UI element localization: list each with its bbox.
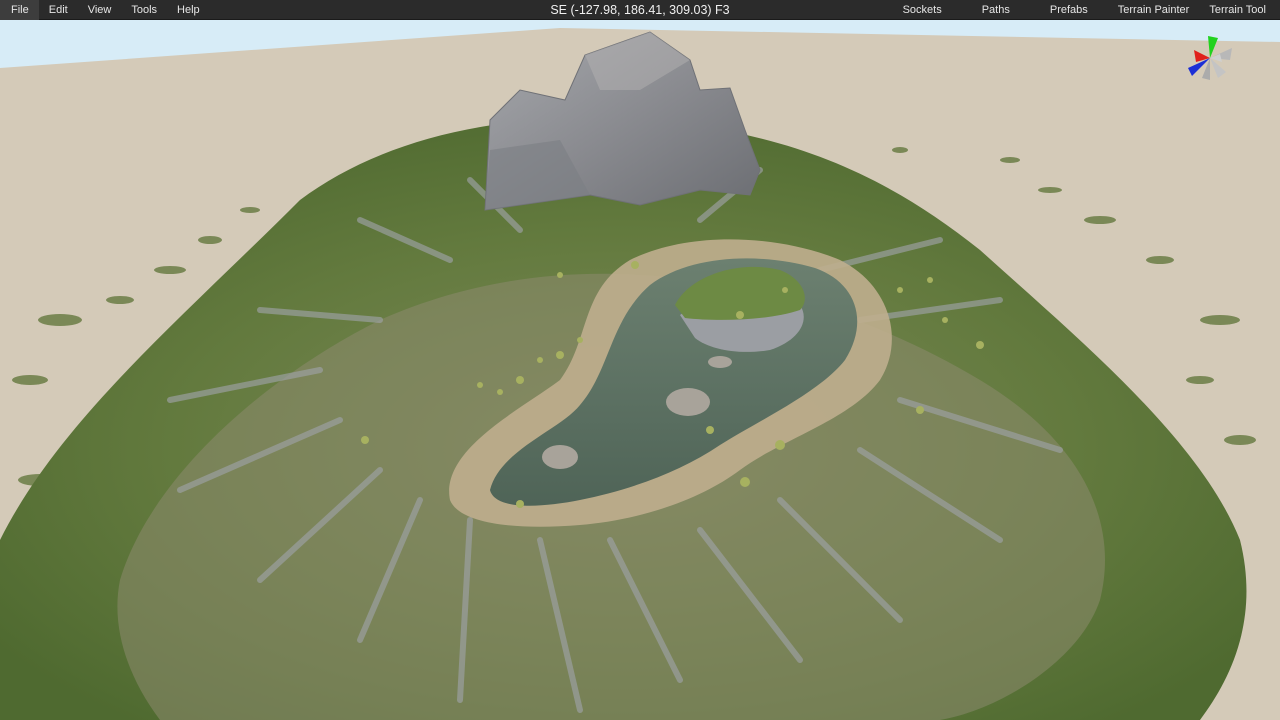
menu-tools[interactable]: Tools [121, 0, 167, 20]
menu-view[interactable]: View [78, 0, 122, 20]
lake-rock [666, 388, 710, 416]
menu-terrain-tool[interactable]: Terrain Tool [1199, 0, 1280, 20]
lake-rock [708, 356, 732, 368]
scene-viewport[interactable] [0, 20, 1280, 720]
menu-file[interactable]: File [0, 0, 39, 20]
menu-prefabs[interactable]: Prefabs [1030, 0, 1108, 20]
lake-rock [542, 445, 578, 469]
gizmo-neg-y[interactable] [1210, 58, 1226, 78]
menu-bar-right: Sockets Paths Prefabs Terrain Painter Te… [883, 0, 1280, 20]
menu-edit[interactable]: Edit [39, 0, 78, 20]
orientation-gizmo[interactable] [1180, 28, 1240, 88]
menu-bar-left: File Edit View Tools Help [0, 0, 210, 20]
menu-help[interactable]: Help [167, 0, 210, 20]
menu-sockets[interactable]: Sockets [883, 0, 962, 20]
menu-bar: File Edit View Tools Help SE (-127.98, 1… [0, 0, 1280, 20]
menu-paths[interactable]: Paths [962, 0, 1030, 20]
gizmo-y-axis[interactable] [1208, 36, 1218, 58]
menu-terrain-painter[interactable]: Terrain Painter [1108, 0, 1200, 20]
